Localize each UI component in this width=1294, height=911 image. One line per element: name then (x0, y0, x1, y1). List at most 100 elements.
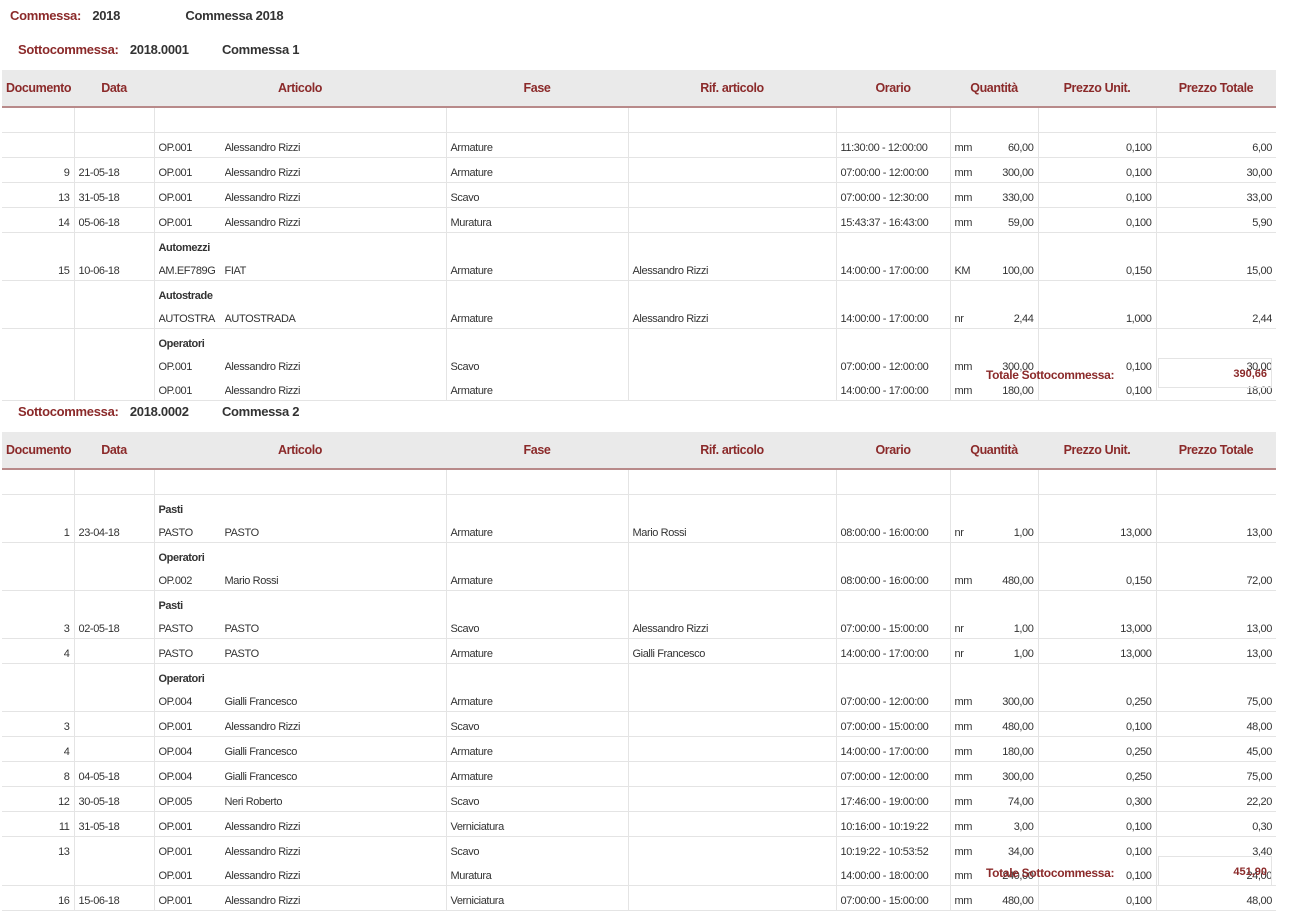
unit-of-measure: nr (954, 313, 964, 325)
articolo-cell: OP.004 Gialli Francesco (154, 687, 447, 712)
articolo-name: PASTO (224, 527, 260, 539)
group-title-empty-cell (836, 494, 951, 518)
col-data-header: Data (74, 432, 154, 470)
table-row: AUTOSTRA AUTOSTRADA Armature Alessandro Riz… (2, 304, 1276, 329)
quantita-wrap: KM 100,00 (955, 265, 1034, 277)
documento-cell: 15 (2, 256, 75, 281)
quantita-wrap: nr 1,00 (955, 527, 1034, 539)
col-articolo-header: Articolo (154, 432, 446, 470)
unit-of-measure: mm (954, 846, 973, 858)
fase-cell: Armature (446, 518, 629, 543)
orario-cell: 14:00:00 - 17:00:00 (836, 376, 951, 401)
col-prezzo-totale-header: Prezzo Totale (1156, 432, 1276, 470)
sottocommessa-1-table: Documento Data Articolo Fase Rif. articolo Or… (2, 70, 1276, 401)
quantita-cell: mm 3,00 (950, 811, 1039, 837)
articolo-name: Alessandro Rizzi (224, 142, 301, 154)
quantita-cell: nr 1,00 (950, 518, 1039, 543)
unit-of-measure: mm (954, 870, 973, 882)
quantity-value: 34,00 (1007, 846, 1034, 858)
articolo-wrap: OP.004 Gialli Francesco (159, 746, 442, 758)
quantity-value: 1,00 (1013, 623, 1034, 635)
quantita-wrap: nr 2,44 (955, 313, 1034, 325)
group-title-empty-cell (950, 663, 1039, 687)
articolo-wrap: AM.EF789G FIAT (159, 265, 442, 277)
quantity-value: 59,00 (1007, 217, 1034, 229)
group-title-empty-cell (628, 232, 837, 256)
rif-articolo-cell (628, 132, 837, 158)
unit-of-measure: nr (954, 623, 964, 635)
quantity-value: 2,44 (1013, 313, 1034, 325)
group-title: Automezzi (154, 232, 447, 256)
commessa-label: Commessa: (10, 8, 81, 23)
col-orario-header: Orario (836, 432, 950, 470)
prezzo-unit-cell: 0,100 (1038, 885, 1157, 911)
group-title-empty-cell (836, 663, 951, 687)
sottocommessa-code: 2018.0001 (129, 42, 189, 57)
data-cell (74, 304, 155, 329)
rif-articolo-cell: Gialli Francesco (628, 638, 837, 664)
articolo-wrap: OP.001 Alessandro Rizzi (159, 721, 442, 733)
articolo-code: PASTO (158, 648, 194, 660)
group-title-empty-cell (446, 542, 629, 566)
data-cell: 23-04-18 (74, 518, 155, 543)
quantity-value: 300,00 (1002, 696, 1034, 708)
quantity-value: 300,00 (1002, 771, 1034, 783)
articolo-wrap: PASTO PASTO (159, 623, 442, 635)
articolo-wrap: OP.001 Alessandro Rizzi (159, 385, 442, 397)
group-title-empty-cell (1038, 280, 1157, 304)
quantita-wrap: mm 300,00 (955, 771, 1034, 783)
spacer-cell (1038, 469, 1157, 495)
quantita-wrap: nr 1,00 (955, 648, 1034, 660)
table-header-row: Documento Data Articolo Fase Rif. articolo Or… (2, 70, 1276, 108)
rif-articolo-cell (628, 352, 837, 376)
documento-cell (2, 376, 75, 401)
data-cell: 31-05-18 (74, 811, 155, 837)
articolo-code: OP.001 (158, 895, 193, 907)
articolo-code: OP.001 (158, 217, 193, 229)
prezzo-unit-cell: 0,250 (1038, 761, 1157, 787)
articolo-code: OP.004 (158, 696, 193, 708)
unit-of-measure: mm (954, 167, 973, 179)
group-title-row: Autostrade (2, 280, 1276, 304)
spacer-cell (950, 107, 1039, 133)
prezzo-unit-cell: 0,100 (1038, 182, 1157, 208)
documento-cell (2, 304, 75, 329)
quantita-wrap: mm 300,00 (955, 696, 1034, 708)
quantity-value: 300,00 (1002, 167, 1034, 179)
group-title-empty-cell (628, 494, 837, 518)
table-row: 11 31-05-18 OP.001 Alessandro Rizzi Vernicia… (2, 811, 1276, 837)
quantita-cell: mm 480,00 (950, 885, 1039, 911)
documento-cell: 14 (2, 207, 75, 233)
articolo-wrap: OP.005 Neri Roberto (159, 796, 442, 808)
group-title-empty-cell (1038, 232, 1157, 256)
rif-articolo-cell (628, 736, 837, 762)
col-prezzo-unit-header: Prezzo Unit. (1038, 70, 1156, 108)
quantity-value: 74,00 (1007, 796, 1034, 808)
rif-articolo-cell (628, 566, 837, 591)
group-title-empty-cell (2, 590, 75, 614)
quantita-cell: mm 480,00 (950, 711, 1039, 737)
unit-of-measure: mm (954, 746, 973, 758)
data-cell (74, 352, 155, 376)
orario-cell: 14:00:00 - 17:00:00 (836, 304, 951, 329)
data-cell (74, 736, 155, 762)
orario-cell: 08:00:00 - 16:00:00 (836, 518, 951, 543)
articolo-code: AUTOSTRA (158, 313, 216, 325)
unit-of-measure: mm (954, 771, 973, 783)
rif-articolo-cell (628, 786, 837, 812)
table-row: 13 OP.001 Alessandro Rizzi Scavo 10:19:22 - … (2, 836, 1276, 861)
fase-cell: Armature (446, 376, 629, 401)
quantita-cell: mm 34,00 (950, 836, 1039, 861)
col-prezzo-totale-header: Prezzo Totale (1156, 70, 1276, 108)
orario-cell: 07:00:00 - 15:00:00 (836, 885, 951, 911)
rif-articolo-cell (628, 811, 837, 837)
articolo-code: OP.004 (158, 746, 193, 758)
data-cell: 31-05-18 (74, 182, 155, 208)
group-title-empty-cell (1156, 591, 1276, 615)
prezzo-unit-cell: 0,100 (1038, 132, 1157, 158)
unit-of-measure: mm (954, 385, 973, 397)
prezzo-totale-cell: 48,00 (1156, 885, 1276, 911)
group-title: Pasti (154, 494, 447, 518)
data-cell: 05-06-18 (74, 207, 155, 233)
rif-articolo-cell: Mario Rossi (628, 518, 837, 543)
